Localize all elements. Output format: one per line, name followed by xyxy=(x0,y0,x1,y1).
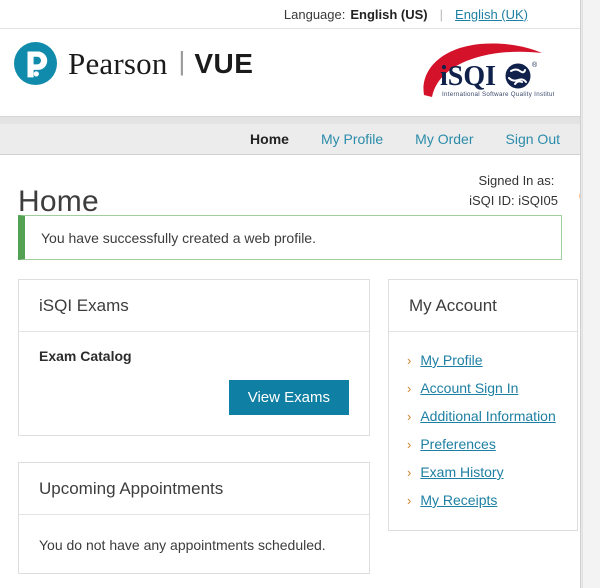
chevron-right-icon: › xyxy=(407,492,412,508)
pearson-p-icon xyxy=(14,42,57,85)
isqi-id-line: iSQI ID: iSQI05 xyxy=(469,191,580,211)
list-item[interactable]: › Additional Information xyxy=(389,402,577,430)
list-item[interactable]: › My Profile xyxy=(389,346,577,374)
language-bar: Language: English (US) | English (UK) xyxy=(0,0,580,28)
page-outer-right-margin xyxy=(582,0,600,588)
chevron-right-icon: › xyxy=(407,464,412,480)
chevron-right-icon: › xyxy=(407,380,412,396)
left-column: iSQI Exams Exam Catalog View Exams Upcom… xyxy=(18,279,370,574)
page-title: Home xyxy=(18,185,99,219)
language-current: English (US) xyxy=(350,6,428,22)
site-header: Pearson | VUE iSQI ® International Softw… xyxy=(0,28,580,116)
language-alternate-link[interactable]: English (UK) xyxy=(455,7,528,22)
view-exams-button[interactable]: View Exams xyxy=(228,380,349,415)
list-item[interactable]: › Account Sign In xyxy=(389,374,577,402)
account-link-my-profile[interactable]: My Profile xyxy=(420,352,482,368)
isqi-exams-body: Exam Catalog View Exams xyxy=(19,332,369,435)
language-label: Language: xyxy=(283,6,346,22)
list-item[interactable]: › Exam History xyxy=(389,458,577,486)
main-navigation: Home My Profile My Order Sign Out xyxy=(0,124,580,155)
pearson-vue-logo[interactable]: Pearson | VUE xyxy=(14,42,253,85)
account-link-account-sign-in[interactable]: Account Sign In xyxy=(420,380,518,396)
my-account-body: › My Profile › Account Sign In › Additio… xyxy=(389,332,577,530)
redaction-scribble-id xyxy=(579,193,580,198)
isqi-id-label: iSQI ID: xyxy=(469,193,515,208)
my-account-link-list: › My Profile › Account Sign In › Additio… xyxy=(389,332,577,530)
right-column: My Account › My Profile › Account Sign I… xyxy=(388,279,578,531)
registered-mark: ® xyxy=(532,61,538,69)
isqi-tagline: International Software Quality Institute xyxy=(442,91,554,98)
account-link-preferences[interactable]: Preferences xyxy=(420,436,495,452)
signed-in-block: Signed In as: iSQI ID: iSQI05 xyxy=(469,171,580,211)
nav-item-sign-out[interactable]: Sign Out xyxy=(506,131,560,147)
success-alert: You have successfully created a web prof… xyxy=(18,215,562,260)
logo-divider: | xyxy=(178,46,186,76)
my-account-header: My Account xyxy=(389,280,577,332)
isqi-id-value: iSQI05 xyxy=(518,193,558,208)
pearson-wordmark: Pearson xyxy=(68,45,168,81)
exam-catalog-label: Exam Catalog xyxy=(39,348,132,364)
success-alert-text: You have successfully created a web prof… xyxy=(41,229,316,246)
chevron-right-icon: › xyxy=(407,408,412,424)
list-item[interactable]: › Preferences xyxy=(389,430,577,458)
vue-wordmark: VUE xyxy=(194,47,254,79)
account-link-exam-history[interactable]: Exam History xyxy=(420,464,503,480)
title-row: Home Signed In as: iSQI ID: iSQI05 xyxy=(0,155,580,218)
isqi-exams-header: iSQI Exams xyxy=(19,280,369,332)
isqi-text: iSQI xyxy=(440,61,496,92)
chevron-right-icon: › xyxy=(407,436,412,452)
account-link-additional-information[interactable]: Additional Information xyxy=(420,408,555,424)
list-item[interactable]: › My Receipts xyxy=(389,486,577,514)
isqi-logo: iSQI ® International Software Quality In… xyxy=(423,43,554,98)
nav-item-my-profile[interactable]: My Profile xyxy=(321,131,383,147)
content-columns: iSQI Exams Exam Catalog View Exams Upcom… xyxy=(0,260,580,574)
upcoming-appointments-body: You do not have any appointments schedul… xyxy=(39,537,326,553)
isqi-exams-card: iSQI Exams Exam Catalog View Exams xyxy=(18,279,370,436)
nav-item-my-order[interactable]: My Order xyxy=(415,131,473,147)
nav-item-home[interactable]: Home xyxy=(250,131,289,147)
account-link-my-receipts[interactable]: My Receipts xyxy=(420,492,497,508)
view-exams-row: View Exams xyxy=(39,380,349,415)
language-separator: | xyxy=(439,6,444,22)
page-container: Language: English (US) | English (UK) Pe… xyxy=(0,0,581,588)
signed-in-as-line: Signed In as: xyxy=(469,171,558,191)
nav-top-strip xyxy=(0,116,580,124)
upcoming-appointments-header: Upcoming Appointments xyxy=(19,463,369,515)
chevron-right-icon: › xyxy=(407,352,412,368)
isqi-id-value-wrap: iSQI05 xyxy=(518,191,580,211)
my-account-card: My Account › My Profile › Account Sign I… xyxy=(388,279,578,531)
signed-in-label: Signed In as: xyxy=(478,173,555,188)
upcoming-appointments-card: Upcoming Appointments You do not have an… xyxy=(18,462,370,574)
